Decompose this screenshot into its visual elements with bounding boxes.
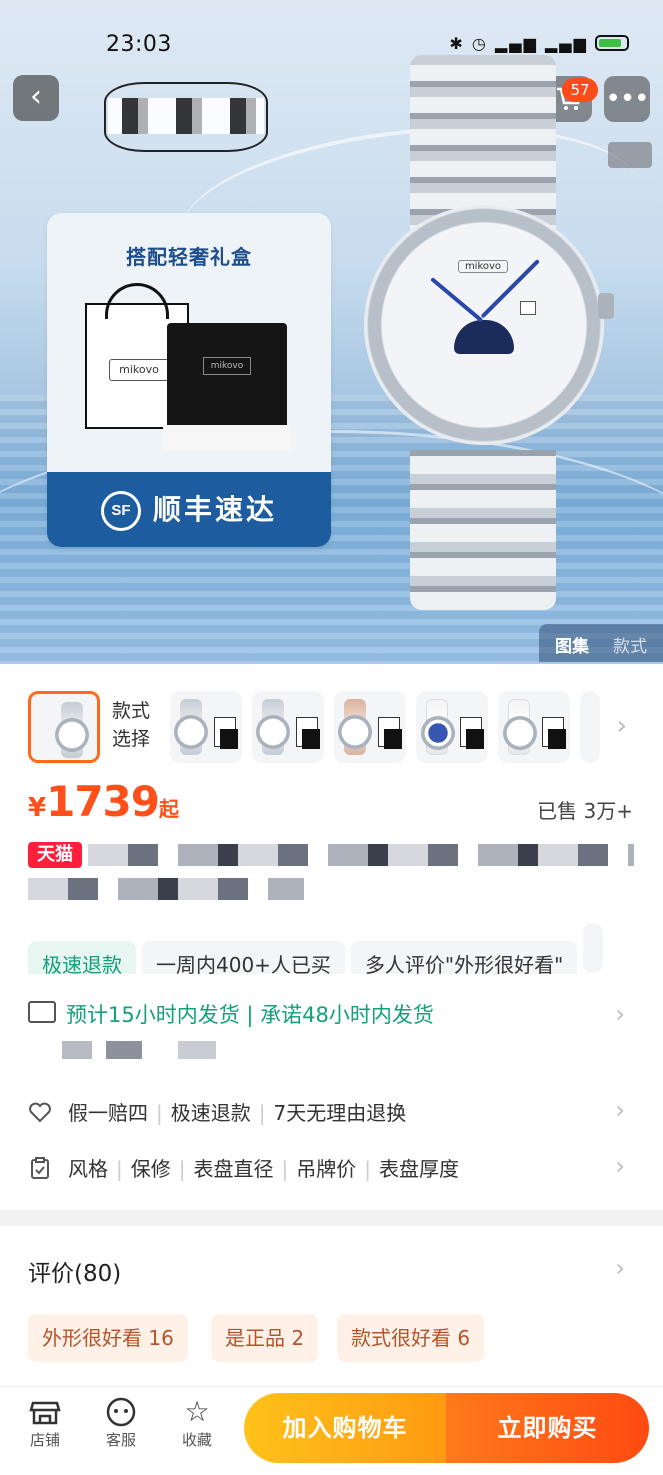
watch-image: mikovo xyxy=(360,55,620,615)
product-gallery[interactable]: 23:03 ✱ ◷ ▂▄▆ ▂▄▆ ‹ ➦ 57 ••• 搭配轻奢礼盒 miko… xyxy=(0,0,663,664)
shipping-banner: SF 顺丰速达 xyxy=(47,472,331,547)
variant-thumb[interactable] xyxy=(416,691,488,763)
price-amount: 1739 xyxy=(46,777,160,826)
reviews-section[interactable]: 评价(80) › 外形很好看 16 是正品 2 款式很好看 6 xyxy=(0,1226,663,1386)
box-logo: mikovo xyxy=(203,357,251,375)
shipping-banner-text: 顺丰速达 xyxy=(152,493,277,526)
param-item: 表盘直径 xyxy=(171,1157,274,1181)
bottom-action-bar: 店铺 客服 ☆ 收藏 加入购物车 立即购买 xyxy=(0,1386,663,1475)
star-icon: ☆ xyxy=(184,1395,210,1428)
param-item: 风格 xyxy=(68,1157,108,1181)
guarantee-item: 极速退款 xyxy=(148,1101,251,1125)
variant-selector: 款式选择 › xyxy=(28,691,663,763)
store-icon xyxy=(29,1401,61,1425)
product-info-card: 款式选择 › ¥1739起 已售 3万+ 天猫 极速退款 一周内400+人已买 多人… xyxy=(0,664,663,1210)
alarm-icon: ◷ xyxy=(471,34,488,53)
review-tag[interactable]: 款式很好看 6 xyxy=(337,1314,485,1362)
tmall-badge: 天猫 xyxy=(28,842,82,868)
reviews-title[interactable]: 评价(80) xyxy=(28,1254,121,1288)
chevron-right-icon[interactable]: › xyxy=(615,1096,625,1124)
heart-icon xyxy=(29,1102,51,1123)
back-button[interactable]: ‹ xyxy=(13,75,59,121)
variant-thumb[interactable] xyxy=(580,691,600,763)
review-tag[interactable]: 是正品 2 xyxy=(211,1314,319,1362)
chevron-right-icon[interactable]: › xyxy=(615,1152,625,1180)
shop-label: 店铺 xyxy=(29,1431,60,1449)
guarantee-row[interactable]: 假一赔四极速退款7天无理由退换 xyxy=(28,1097,628,1129)
signal-icon: ▂▄▆ xyxy=(494,34,538,53)
brand-logo xyxy=(100,62,272,172)
tag-fast-refund[interactable]: 极速退款 xyxy=(28,941,136,974)
chat-icon xyxy=(106,1397,136,1427)
brand-name-obscured xyxy=(108,98,264,134)
guarantee-item: 假一赔四 xyxy=(68,1101,148,1125)
buy-now-button[interactable]: 立即购买 xyxy=(446,1393,649,1463)
param-item: 保修 xyxy=(108,1157,171,1181)
battery-icon xyxy=(595,35,629,51)
status-icons: ✱ ◷ ▂▄▆ ▂▄▆ xyxy=(449,34,629,53)
bag-logo: mikovo xyxy=(109,359,169,381)
param-item: 表盘厚度 xyxy=(356,1157,459,1181)
shipping-origin-obscured xyxy=(62,1041,216,1059)
highlight-tags: 极速退款 一周内400+人已买 多人评价"外形很好看" xyxy=(28,924,663,974)
gift-box-promo: 搭配轻奢礼盒 mikovo mikovo SF 顺丰速达 xyxy=(47,213,331,547)
gift-box-title: 搭配轻奢礼盒 xyxy=(126,245,252,269)
variant-thumb-selected[interactable] xyxy=(28,691,100,763)
price-suffix: 起 xyxy=(159,797,179,821)
gift-box-image: mikovo xyxy=(163,323,291,451)
customer-service-button[interactable]: 客服 xyxy=(91,1395,151,1450)
price-currency: ¥ xyxy=(28,793,47,823)
gallery-tabs: 图集 款式 xyxy=(539,624,663,662)
title-obscured xyxy=(88,844,634,866)
signal-icon: ▂▄▆ xyxy=(544,34,588,53)
service-label: 客服 xyxy=(105,1431,136,1449)
chevron-right-icon[interactable]: › xyxy=(615,1000,625,1028)
param-item: 吊牌价 xyxy=(274,1157,357,1181)
favorite-button[interactable]: ☆ 收藏 xyxy=(167,1395,227,1450)
variant-selector-label[interactable]: 款式选择 xyxy=(112,697,166,753)
tab-styles[interactable]: 款式 xyxy=(613,632,647,657)
title-obscured xyxy=(28,878,304,900)
add-to-cart-button[interactable]: 加入购物车 xyxy=(244,1393,446,1463)
guarantee-item: 7天无理由退换 xyxy=(251,1101,406,1125)
chevron-left-icon: ‹ xyxy=(30,79,42,114)
price: ¥1739起 xyxy=(28,777,179,826)
params-row[interactable]: 风格保修表盘直径吊牌价表盘厚度 xyxy=(28,1153,628,1185)
chevron-right-icon[interactable]: › xyxy=(617,711,627,741)
tab-gallery[interactable]: 图集 xyxy=(555,632,589,657)
review-tag[interactable]: 外形很好看 16 xyxy=(28,1314,188,1362)
tag-weekly-buyers[interactable]: 一周内400+人已买 xyxy=(142,941,345,974)
clipboard-icon xyxy=(31,1157,49,1179)
date-window xyxy=(520,301,536,315)
shipping-text: 预计15小时内发货 | 承诺48小时内发货 xyxy=(66,1003,434,1027)
favorite-label: 收藏 xyxy=(181,1431,212,1449)
sold-count: 已售 3万+ xyxy=(537,799,633,823)
shipping-row[interactable]: 预计15小时内发货 | 承诺48小时内发货 xyxy=(28,999,638,1069)
dial-logo: mikovo xyxy=(458,260,508,273)
shop-button[interactable]: 店铺 xyxy=(15,1395,75,1450)
tag-overflow[interactable] xyxy=(583,924,604,972)
variant-thumb[interactable] xyxy=(498,691,570,763)
variant-thumb[interactable] xyxy=(170,691,242,763)
variant-thumb[interactable] xyxy=(252,691,324,763)
truck-icon xyxy=(28,1001,56,1023)
clock: 23:03 xyxy=(106,32,172,57)
tag-review-highlight[interactable]: 多人评价"外形很好看" xyxy=(350,941,578,974)
bluetooth-icon: ✱ xyxy=(449,34,465,53)
sf-logo-icon: SF xyxy=(100,491,141,531)
product-title: 天猫 xyxy=(28,842,638,904)
chevron-right-icon[interactable]: › xyxy=(615,1254,625,1282)
variant-thumb[interactable] xyxy=(334,691,406,763)
